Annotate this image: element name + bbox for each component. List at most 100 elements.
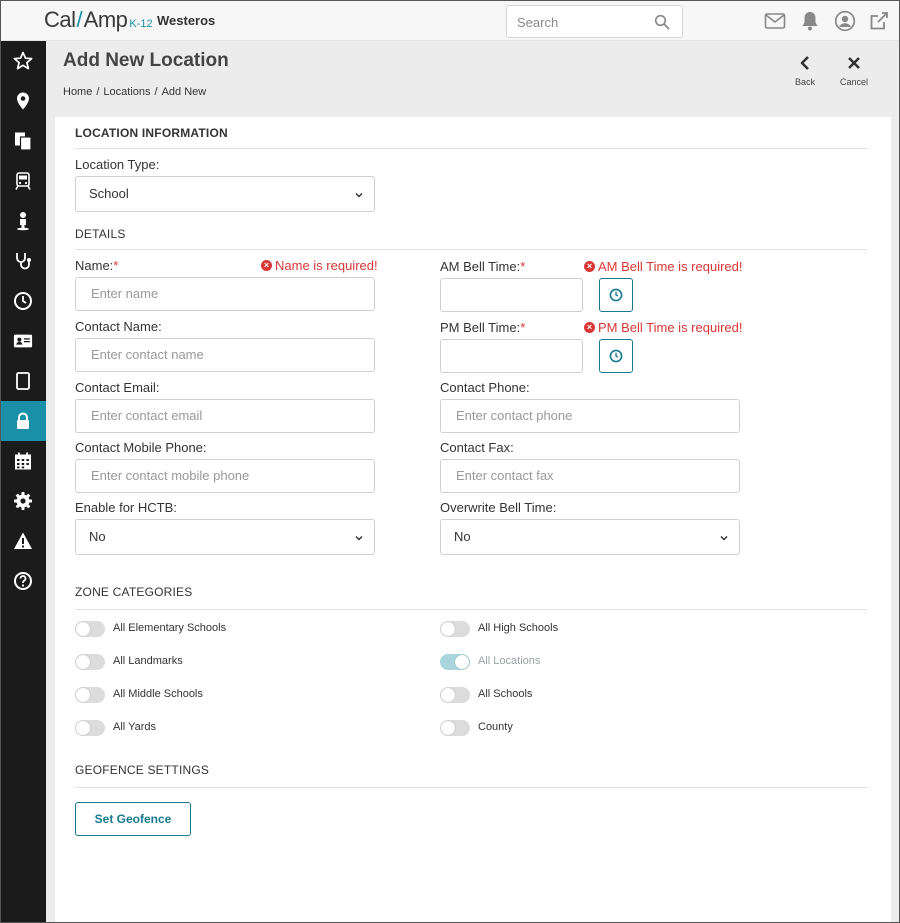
overwrite-bell-time-label: Overwrite Bell Time: — [440, 500, 557, 515]
contact-email-label: Contact Email: — [75, 380, 160, 395]
error-icon: × — [584, 261, 595, 272]
divider — [75, 609, 867, 610]
section-title-zone-categories: ZONE CATEGORIES — [75, 585, 193, 599]
overwrite-bell-time-value: No — [454, 529, 471, 544]
clock-icon — [609, 349, 623, 363]
name-input[interactable]: Enter name — [75, 277, 375, 311]
sidebar — [0, 41, 46, 923]
zone-label: All Schools — [478, 688, 533, 700]
person-icon — [17, 212, 29, 231]
calamp-logo[interactable]: Cal / Amp K-12 — [44, 7, 153, 33]
toggle-county[interactable] — [440, 720, 470, 736]
divider — [75, 787, 867, 788]
search-icon[interactable] — [654, 14, 670, 30]
sidebar-item-devices[interactable] — [0, 361, 46, 401]
overwrite-bell-time-select[interactable]: No — [440, 519, 740, 555]
stethoscope-icon — [16, 253, 31, 270]
clock-icon — [14, 292, 32, 310]
sidebar-item-buses[interactable] — [0, 161, 46, 201]
toggle-all-yards[interactable] — [75, 720, 105, 736]
hctb-select[interactable]: No — [75, 519, 375, 555]
documents-icon — [15, 132, 32, 151]
contact-mobile-label: Contact Mobile Phone: — [75, 440, 207, 455]
am-bell-time-error: × AM Bell Time is required! — [584, 259, 743, 274]
bell-icon[interactable] — [799, 10, 821, 32]
sidebar-item-help[interactable] — [0, 561, 46, 601]
sidebar-item-locations[interactable] — [0, 81, 46, 121]
map-pin-icon — [17, 92, 29, 110]
contact-email-input[interactable]: Enter contact email — [75, 399, 375, 433]
gear-icon — [14, 492, 32, 510]
star-icon — [13, 51, 33, 70]
sidebar-item-students[interactable] — [0, 201, 46, 241]
search-input[interactable]: Search — [506, 5, 683, 38]
zone-label: All Landmarks — [113, 655, 183, 667]
cancel-label: Cancel — [839, 77, 868, 87]
sidebar-item-history[interactable] — [0, 281, 46, 321]
contact-phone-input[interactable]: Enter contact phone — [440, 399, 740, 433]
user-icon[interactable] — [834, 10, 856, 32]
logo-slash: / — [76, 7, 83, 32]
sidebar-item-settings[interactable] — [0, 481, 46, 521]
toggle-all-high-schools[interactable] — [440, 621, 470, 637]
zone-label: County — [478, 721, 513, 733]
chevron-left-icon — [800, 56, 809, 70]
chevron-down-icon — [720, 535, 728, 541]
sidebar-item-favorites[interactable] — [0, 41, 46, 81]
page-title: Add New Location — [63, 50, 229, 71]
pm-bell-time-input[interactable] — [440, 339, 583, 373]
set-geofence-button[interactable]: Set Geofence — [75, 802, 191, 836]
clock-icon — [609, 288, 623, 302]
error-icon: × — [584, 322, 595, 333]
toggle-all-elementary-schools[interactable] — [75, 621, 105, 637]
breadcrumb-current: Add New — [161, 86, 207, 98]
warning-icon — [14, 532, 32, 549]
section-title-geofence-settings: GEOFENCE SETTINGS — [75, 763, 210, 777]
sidebar-item-documents[interactable] — [0, 121, 46, 161]
contact-fax-input[interactable]: Enter contact fax — [440, 459, 740, 493]
sidebar-item-ids[interactable] — [0, 321, 46, 361]
breadcrumb-home[interactable]: Home — [63, 86, 92, 98]
cancel-button[interactable]: Cancel — [834, 55, 874, 87]
location-type-select[interactable]: School — [75, 176, 375, 212]
breadcrumb-separator: / — [96, 86, 100, 98]
contact-name-label: Contact Name: — [75, 319, 162, 334]
external-link-icon[interactable] — [868, 10, 890, 32]
sidebar-item-alerts[interactable] — [0, 521, 46, 561]
divider — [75, 148, 867, 149]
breadcrumb-locations[interactable]: Locations — [103, 86, 150, 98]
breadcrumb: Home / Locations / Add New — [63, 86, 206, 98]
org-name: Westeros — [157, 13, 216, 28]
pm-bell-time-error: × PM Bell Time is required! — [584, 320, 743, 335]
sidebar-item-calendar[interactable] — [0, 441, 46, 481]
pm-bell-time-picker-button[interactable] — [599, 339, 633, 373]
contact-mobile-input[interactable]: Enter contact mobile phone — [75, 459, 375, 493]
chevron-down-icon — [355, 535, 363, 541]
contact-fax-label: Contact Fax: — [440, 440, 514, 455]
sidebar-item-security[interactable] — [0, 401, 46, 441]
back-button[interactable]: Back — [785, 55, 825, 87]
location-type-value: School — [89, 186, 129, 201]
bus-icon — [15, 172, 31, 190]
close-icon — [848, 57, 860, 69]
toggle-all-landmarks[interactable] — [75, 654, 105, 670]
pm-bell-time-label: PM Bell Time:* — [440, 320, 526, 335]
am-bell-time-picker-button[interactable] — [599, 278, 633, 312]
contact-name-input[interactable]: Enter contact name — [75, 338, 375, 372]
am-bell-time-input[interactable] — [440, 278, 583, 312]
breadcrumb-separator: / — [154, 86, 158, 98]
am-bell-time-label: AM Bell Time:* — [440, 259, 526, 274]
toggle-all-middle-schools[interactable] — [75, 687, 105, 703]
zone-label: All Locations — [478, 655, 541, 667]
help-icon — [14, 572, 32, 590]
logo-text-amp: Amp — [83, 7, 128, 32]
envelope-icon[interactable] — [764, 10, 786, 32]
sidebar-item-health[interactable] — [0, 241, 46, 281]
tablet-icon — [16, 372, 30, 390]
section-title-details: DETAILS — [75, 227, 126, 241]
zone-label: All Elementary Schools — [113, 622, 227, 634]
toggle-all-schools[interactable] — [440, 687, 470, 703]
divider — [75, 249, 867, 250]
top-bar: Cal / Amp K-12 Westeros Search — [0, 0, 900, 41]
section-title-location-information: LOCATION INFORMATION — [75, 126, 228, 140]
